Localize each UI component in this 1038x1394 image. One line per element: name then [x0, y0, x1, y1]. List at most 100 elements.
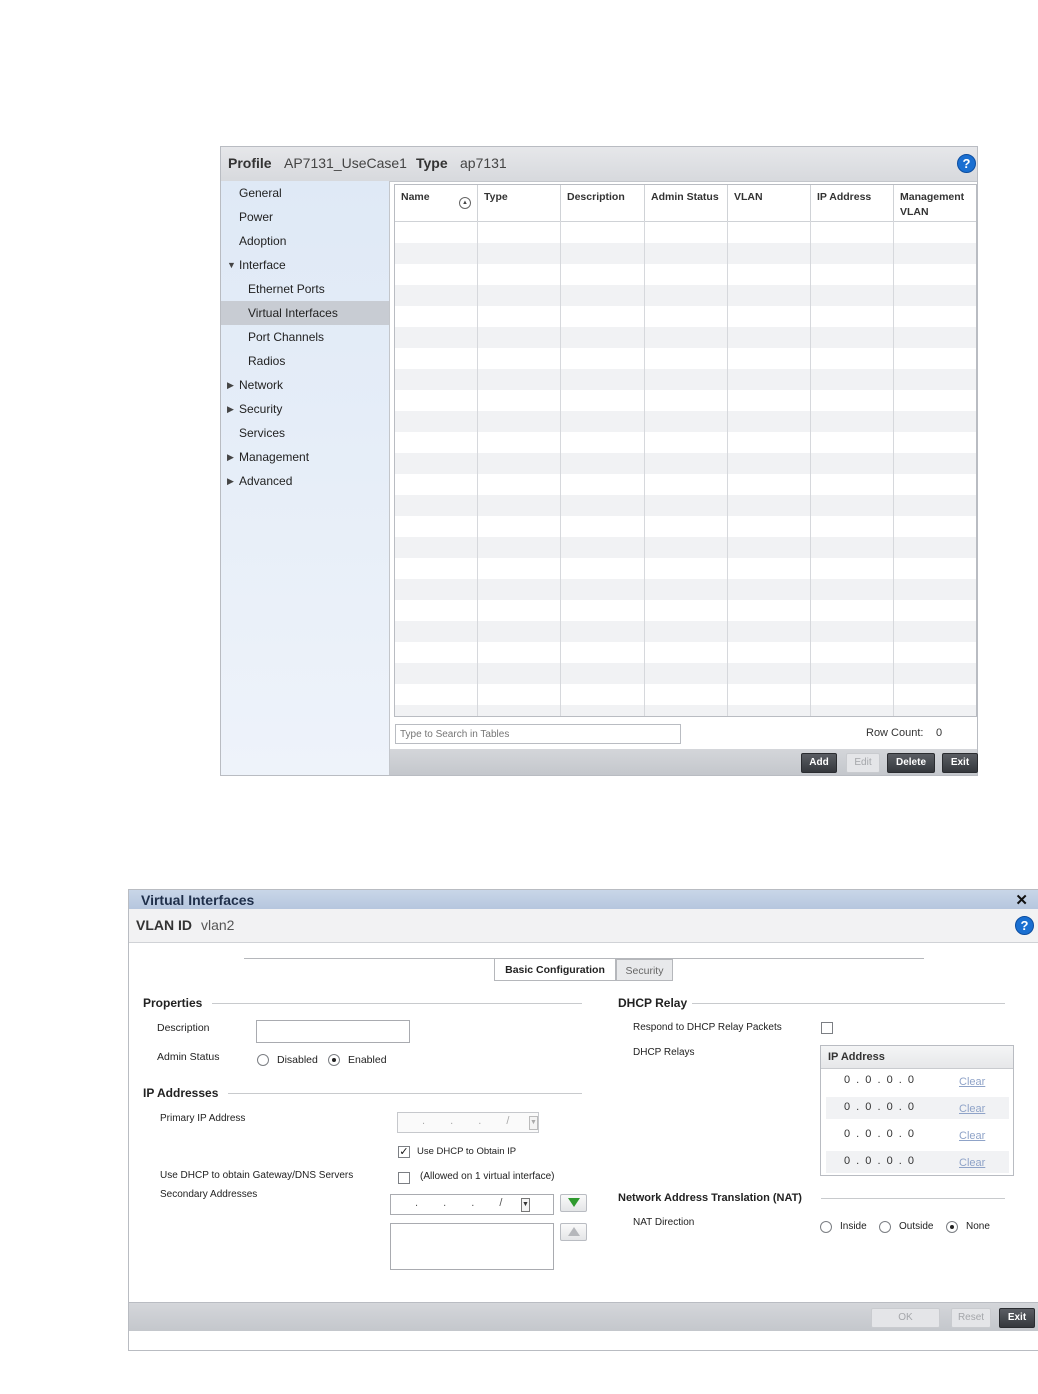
nav-item-management[interactable]: ▶ Management: [221, 445, 389, 469]
column-header-type[interactable]: Type: [478, 185, 561, 221]
ok-button[interactable]: OK: [871, 1308, 940, 1328]
exit-button[interactable]: Exit: [999, 1308, 1035, 1328]
add-button[interactable]: Add: [801, 753, 837, 773]
column-header-label: IP Address: [817, 191, 872, 203]
close-icon[interactable]: ✕: [1015, 891, 1028, 909]
nav-item-label: Services: [239, 426, 286, 440]
nav-item-interface[interactable]: ▼ Interface: [221, 253, 389, 277]
column-header-description[interactable]: Description: [561, 185, 645, 221]
description-input[interactable]: [256, 1020, 410, 1043]
profile-header: Profile AP7131_UseCase1 Type ap7131 ?: [221, 147, 977, 182]
relay-ip-value[interactable]: 0 . 0 . 0 . 0: [844, 1101, 914, 1113]
nav-item-network[interactable]: ▶ Network: [221, 373, 389, 397]
nav-item-power[interactable]: Power: [221, 205, 389, 229]
table-row-stripe: [395, 243, 976, 264]
profile-value: AP7131_UseCase1: [284, 155, 407, 171]
add-address-down-arrow-icon[interactable]: [560, 1194, 587, 1212]
primary-ip-input[interactable]: . . . / ▼: [397, 1112, 539, 1133]
virtual-interfaces-table: Name ▲ Type Description Admin Status VLAN…: [394, 184, 977, 717]
secondary-ip-input[interactable]: . . . / ▼: [390, 1194, 554, 1215]
relay-row: 0 . 0 . 0 . 0 Clear: [826, 1124, 1009, 1146]
relay-ip-value[interactable]: 0 . 0 . 0 . 0: [844, 1074, 914, 1086]
column-divider: [727, 221, 728, 716]
collapsed-arrow-icon: ▶: [227, 452, 234, 462]
exit-button[interactable]: Exit: [942, 753, 978, 773]
column-divider: [644, 221, 645, 716]
profile-label: Profile: [228, 155, 272, 171]
dhcp-relays-table: IP Address 0 . 0 . 0 . 0 Clear 0 . 0 . 0…: [820, 1045, 1014, 1176]
sort-ascending-icon[interactable]: ▲: [459, 197, 471, 209]
column-divider: [477, 221, 478, 716]
clear-link[interactable]: Clear: [959, 1103, 985, 1115]
reset-button[interactable]: Reset: [951, 1308, 991, 1328]
secondary-addresses-list[interactable]: [390, 1223, 554, 1270]
use-dhcp-checkbox[interactable]: ✓: [398, 1146, 410, 1158]
help-icon[interactable]: ?: [957, 154, 976, 173]
nav-item-adoption[interactable]: Adoption: [221, 229, 389, 253]
nav-item-label: Adoption: [239, 234, 287, 248]
column-header-name[interactable]: Name ▲: [395, 185, 478, 221]
column-header-vlan[interactable]: VLAN: [728, 185, 811, 221]
collapsed-arrow-icon: ▶: [227, 404, 234, 414]
table-row-stripe: [395, 537, 976, 558]
gateway-dns-checkbox[interactable]: [398, 1172, 410, 1184]
column-header-label: Management VLAN: [900, 191, 965, 218]
nat-heading: Network Address Translation (NAT): [618, 1192, 802, 1204]
gateway-dns-label: Use DHCP to obtain Gateway/DNS Servers: [160, 1170, 354, 1181]
table-row-stripe: [395, 579, 976, 600]
remove-address-up-arrow-icon[interactable]: [560, 1223, 587, 1241]
column-header-ip-address[interactable]: IP Address: [811, 185, 894, 221]
relay-ip-value[interactable]: 0 . 0 . 0 . 0: [844, 1155, 914, 1167]
table-search-input[interactable]: [395, 724, 681, 744]
edit-button[interactable]: Edit: [846, 753, 880, 773]
table-row-stripe: [395, 369, 976, 390]
clear-link[interactable]: Clear: [959, 1076, 985, 1088]
nav-item-label: Network: [239, 378, 284, 392]
respond-relay-checkbox[interactable]: [821, 1022, 833, 1034]
clear-link[interactable]: Clear: [959, 1130, 985, 1142]
ip-addresses-heading: IP Addresses: [143, 1086, 219, 1100]
column-header-admin-status[interactable]: Admin Status: [645, 185, 728, 221]
nav-item-label: Ethernet Ports: [248, 282, 325, 296]
relay-row: 0 . 0 . 0 . 0 Clear: [826, 1097, 1009, 1119]
column-divider: [560, 221, 561, 716]
row-count-value: 0: [936, 727, 943, 739]
nat-outside-radio[interactable]: [879, 1221, 891, 1233]
admin-status-disabled-radio[interactable]: [257, 1054, 269, 1066]
clear-link[interactable]: Clear: [959, 1157, 985, 1169]
relay-row: 0 . 0 . 0 . 0 Clear: [826, 1151, 1009, 1173]
chevron-down-icon[interactable]: ▼: [529, 1116, 538, 1130]
tab-security[interactable]: Security: [616, 959, 673, 981]
nav-item-virtual-interfaces[interactable]: Virtual Interfaces: [221, 301, 389, 325]
dhcp-relay-heading: DHCP Relay: [618, 996, 688, 1010]
nat-none-radio[interactable]: [946, 1221, 958, 1233]
section-divider: [228, 1093, 582, 1094]
nav-item-general[interactable]: General: [221, 181, 389, 205]
nav-item-label: Interface: [239, 258, 286, 272]
nat-inside-radio[interactable]: [820, 1221, 832, 1233]
nav-item-advanced[interactable]: ▶ Advanced: [221, 469, 389, 493]
nav-item-label: Management: [239, 450, 310, 464]
nav-item-port-channels[interactable]: Port Channels: [221, 325, 389, 349]
nav-item-services[interactable]: Services: [221, 421, 389, 445]
admin-status-enabled-radio[interactable]: [328, 1054, 340, 1066]
nav-item-label: Port Channels: [248, 330, 325, 344]
chevron-down-icon[interactable]: ▼: [521, 1198, 530, 1212]
tab-basic-configuration[interactable]: Basic Configuration: [494, 959, 616, 981]
ip-field-value: . . . /: [415, 1197, 504, 1209]
table-row-stripe: [395, 621, 976, 642]
help-icon[interactable]: ?: [1015, 916, 1034, 935]
ip-field-value: . . . /: [422, 1115, 511, 1127]
relay-ip-value[interactable]: 0 . 0 . 0 . 0: [844, 1128, 914, 1140]
table-row-stripe: [395, 285, 976, 306]
collapsed-arrow-icon: ▶: [227, 380, 234, 390]
nav-item-radios[interactable]: Radios: [221, 349, 389, 373]
delete-button[interactable]: Delete: [887, 753, 935, 773]
dhcp-relays-label: DHCP Relays: [633, 1047, 695, 1058]
nav-item-ethernet-ports[interactable]: Ethernet Ports: [221, 277, 389, 301]
virtual-interfaces-dialog: Virtual Interfaces ✕ VLAN ID vlan2 ? Bas…: [128, 889, 1038, 1351]
dialog-title: Virtual Interfaces: [141, 892, 255, 908]
column-header-management-vlan[interactable]: Management VLAN: [894, 185, 976, 221]
enabled-label: Enabled: [348, 1054, 387, 1066]
nav-item-security[interactable]: ▶ Security: [221, 397, 389, 421]
